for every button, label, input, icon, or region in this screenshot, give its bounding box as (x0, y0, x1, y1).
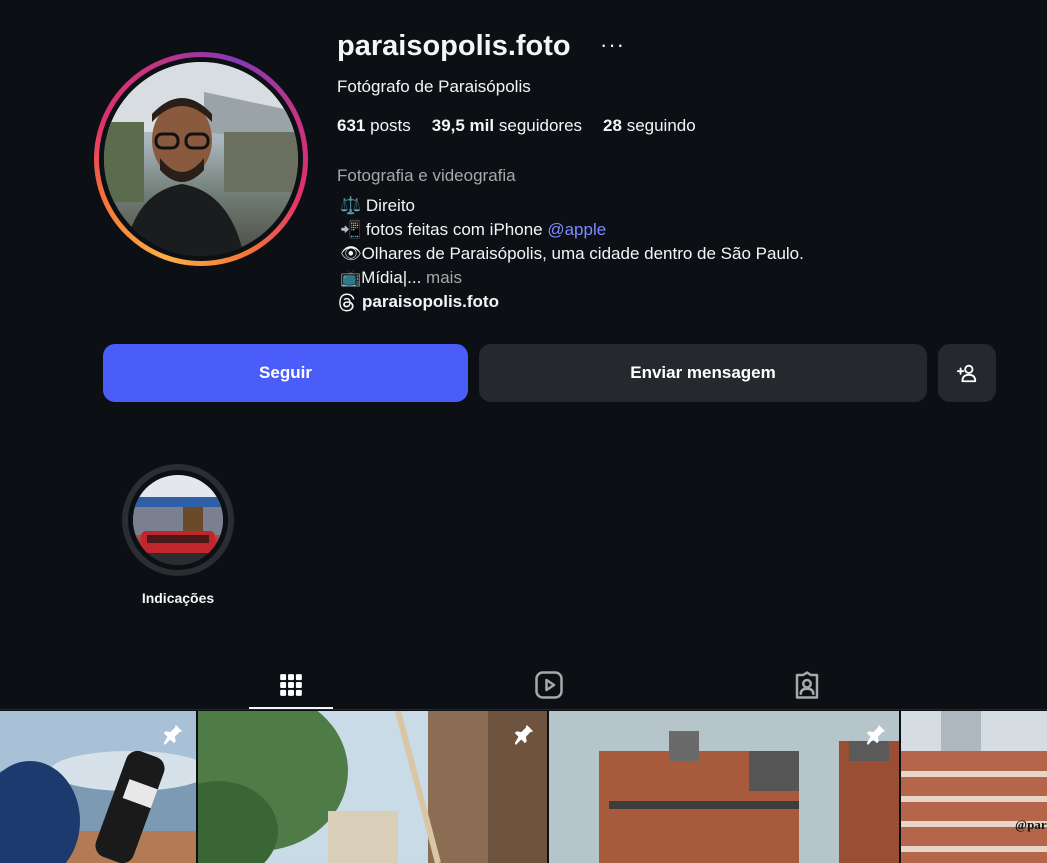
posts-stat: 631 posts (337, 116, 411, 135)
highlight-illustration (133, 475, 223, 565)
bio-more-link[interactable]: mais (426, 268, 462, 287)
tabs-divider (0, 709, 1047, 710)
profile-stats: 631 posts 39,5 mil seguidores 28 seguind… (337, 116, 696, 136)
avatar-border (99, 57, 303, 261)
following-stat[interactable]: 28 seguindo (603, 116, 696, 136)
person-add-icon (956, 364, 977, 383)
bio-line-2: 📲 fotos feitas com iPhone @apple (340, 220, 607, 239)
threads-handle: paraisopolis.foto (362, 292, 499, 311)
threads-icon (339, 293, 355, 311)
grid-post[interactable]: @par (901, 711, 1047, 863)
profile-category: Fotografia e videografia (337, 166, 516, 185)
bio-line-3: 👁Olhares de Paraisópolis, uma cidade den… (340, 244, 804, 263)
profile-bio: ⚖️ Direito 📲 fotos feitas com iPhone @ap… (340, 194, 804, 290)
highlight-cover (133, 475, 223, 565)
profile-subtitle: Fotógrafo de Paraisópolis (337, 77, 531, 96)
suggested-users-button[interactable] (938, 344, 996, 402)
tab-reels[interactable] (507, 660, 591, 710)
pin-icon (514, 724, 534, 745)
profile-avatar[interactable] (94, 52, 308, 266)
follow-button[interactable]: Seguir (103, 344, 468, 402)
post-watermark: @par (1015, 817, 1047, 832)
highlight-label: Indicações (141, 590, 215, 606)
pin-icon (866, 724, 886, 745)
tagged-icon (795, 671, 819, 699)
profile-username: paraisopolis.foto (337, 30, 571, 62)
post-image-2 (198, 711, 547, 863)
avatar-photo (104, 62, 298, 256)
tab-tagged[interactable] (765, 660, 849, 710)
pin-icon (163, 724, 183, 745)
apple-mention-link[interactable]: @apple (547, 220, 606, 239)
grid-post[interactable] (0, 711, 196, 863)
threads-link[interactable]: paraisopolis.foto (337, 292, 499, 312)
followers-stat[interactable]: 39,5 mil seguidores (432, 116, 582, 136)
tab-posts[interactable] (249, 660, 333, 710)
highlight-border (128, 470, 228, 570)
post-image-4 (901, 711, 1047, 863)
avatar-illustration (104, 62, 298, 256)
bio-line-1: ⚖️ Direito (340, 196, 416, 215)
bio-line-4: 📺Mídia|... mais (340, 268, 462, 287)
more-options-button[interactable]: ··· (600, 32, 625, 58)
post-image-3 (549, 711, 899, 863)
story-highlight[interactable] (122, 464, 234, 576)
grid-post[interactable] (549, 711, 899, 863)
send-message-button[interactable]: Enviar mensagem (479, 344, 927, 402)
active-tab-indicator (249, 707, 333, 709)
grid-icon (280, 674, 302, 696)
grid-post[interactable] (198, 711, 547, 863)
reels-icon (535, 671, 563, 699)
